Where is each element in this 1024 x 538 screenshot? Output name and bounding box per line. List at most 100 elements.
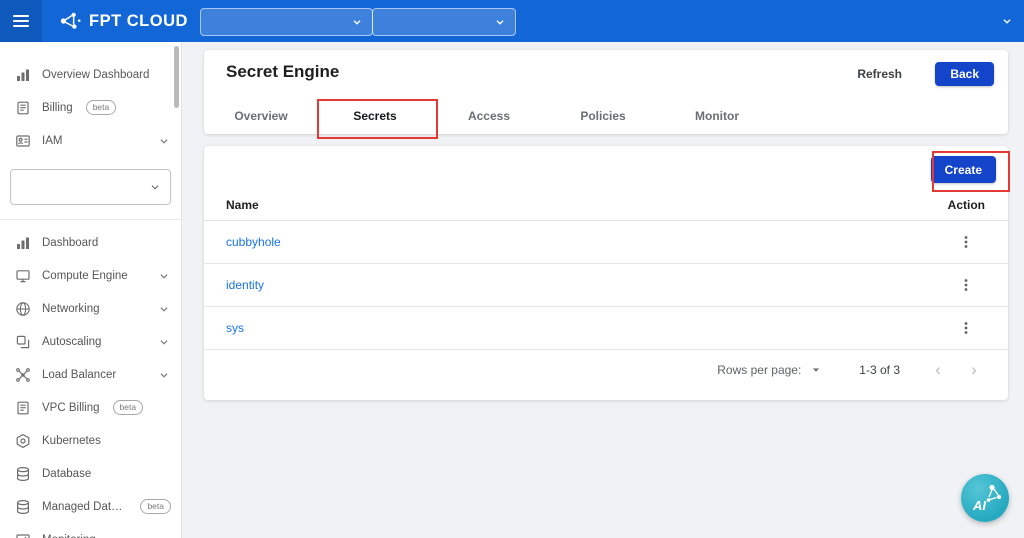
sidebar-item-label: Managed Database <box>42 501 127 513</box>
chevron-down-icon <box>148 180 162 194</box>
ai-network-icon: AI <box>961 474 1009 522</box>
create-button[interactable]: Create <box>931 156 996 183</box>
brand-logo[interactable]: FPT CLOUD <box>56 8 188 34</box>
sidebar-item-label: Overview Dashboard <box>42 69 149 81</box>
networking-icon <box>15 301 31 317</box>
tab-access[interactable]: Access <box>432 98 546 134</box>
sidebar: Overview Dashboard Billing beta IAM Dashboa… <box>0 42 182 538</box>
tab-overview[interactable]: Overview <box>204 98 318 134</box>
sidebar-item-label: Billing <box>42 102 73 114</box>
previous-page-icon[interactable]: ‹ <box>928 360 948 380</box>
table-row: cubbyhole <box>204 221 1008 264</box>
svg-text:AI: AI <box>972 498 986 513</box>
table-header-row: Name Action <box>204 190 1008 221</box>
chevron-down-icon <box>157 302 171 316</box>
hamburger-icon <box>13 15 29 27</box>
billing-icon <box>15 100 31 116</box>
page-header-card: Secret Engine Refresh Back OverviewSecre… <box>204 50 1008 134</box>
sidebar-item-label: Autoscaling <box>42 336 101 348</box>
next-page-icon[interactable]: › <box>964 360 984 380</box>
sidebar-item-billing[interactable]: Billing beta <box>0 91 181 124</box>
rows-per-page-caret-icon[interactable] <box>809 363 823 377</box>
sidebar-item-label: Kubernetes <box>42 435 101 447</box>
top-bar: FPT CLOUD <box>0 0 1024 42</box>
action-column-header: Action <box>948 198 985 212</box>
sidebar-top-group: Overview Dashboard Billing beta IAM <box>0 58 181 157</box>
sidebar-item-label: Compute Engine <box>42 270 128 282</box>
table-row: sys <box>204 307 1008 350</box>
rows-per-page-label: Rows per page: <box>717 363 801 377</box>
workspace-select[interactable] <box>10 169 171 205</box>
secret-engine-link-sys[interactable]: sys <box>226 321 244 335</box>
autoscaling-icon <box>15 334 31 350</box>
tab-monitor[interactable]: Monitor <box>660 98 774 134</box>
refresh-button[interactable]: Refresh <box>857 67 902 81</box>
kubernetes-icon <box>15 433 31 449</box>
beta-badge: beta <box>140 499 171 514</box>
beta-badge: beta <box>86 100 117 115</box>
panel-toolbar: Create <box>204 146 1008 190</box>
billing-icon <box>15 400 31 416</box>
sidebar-item-vpc-billing[interactable]: VPC Billing beta <box>0 391 181 424</box>
monitoring-icon <box>15 532 31 538</box>
chevron-down-icon <box>157 335 171 349</box>
row-actions-kebab-icon[interactable] <box>958 320 974 336</box>
name-column-header: Name <box>226 198 259 212</box>
project-select[interactable] <box>372 8 516 36</box>
sidebar-scrollbar[interactable] <box>174 46 179 108</box>
chevron-down-icon <box>350 15 364 29</box>
secrets-panel-card: Create Name Action cubbyholeidentitysys … <box>204 146 1008 400</box>
sidebar-item-networking[interactable]: Networking <box>0 292 181 325</box>
bar-chart-icon <box>15 67 31 83</box>
sidebar-item-kubernetes[interactable]: Kubernetes <box>0 424 181 457</box>
sidebar-item-dashboard[interactable]: Dashboard <box>0 226 181 259</box>
chevron-down-icon <box>157 368 171 382</box>
sidebar-item-overview-dashboard[interactable]: Overview Dashboard <box>0 58 181 91</box>
sidebar-item-label: Networking <box>42 303 100 315</box>
secret-engine-link-cubbyhole[interactable]: cubbyhole <box>226 235 281 249</box>
row-actions-kebab-icon[interactable] <box>958 234 974 250</box>
tab-secrets[interactable]: Secrets <box>318 98 432 134</box>
bar-chart-icon <box>15 235 31 251</box>
sidebar-item-monitoring[interactable]: Monitoring <box>0 523 181 538</box>
secret-engine-link-identity[interactable]: identity <box>226 278 264 292</box>
sidebar-item-database[interactable]: Database <box>0 457 181 490</box>
sidebar-item-label: Load Balancer <box>42 369 116 381</box>
fpt-cloud-logo-icon <box>56 8 82 34</box>
sidebar-item-label: Dashboard <box>42 237 98 249</box>
sidebar-item-managed-database[interactable]: Managed Database beta <box>0 490 181 523</box>
pagination-range-label: 1-3 of 3 <box>859 363 900 377</box>
hamburger-menu-button[interactable] <box>0 0 42 42</box>
sidebar-item-load-balancer[interactable]: Load Balancer <box>0 358 181 391</box>
sidebar-item-label: IAM <box>42 135 62 147</box>
pagination-bar: Rows per page: 1-3 of 3 ‹ › <box>204 350 1008 390</box>
sidebar-item-autoscaling[interactable]: Autoscaling <box>0 325 181 358</box>
table-row: identity <box>204 264 1008 307</box>
back-button[interactable]: Back <box>935 62 994 86</box>
ai-assistant-button[interactable]: AI <box>961 474 1009 522</box>
page-title: Secret Engine <box>226 62 339 82</box>
row-actions-kebab-icon[interactable] <box>958 277 974 293</box>
org-select[interactable] <box>200 8 373 36</box>
table-body: cubbyhole identity sys <box>204 221 1008 350</box>
sidebar-divider <box>0 219 181 220</box>
sidebar-menu-group: Dashboard Compute Engine Networking Autosca… <box>0 226 181 538</box>
iam-icon <box>15 133 31 149</box>
load-balancer-icon <box>15 367 31 383</box>
chevron-down-icon <box>157 269 171 283</box>
tab-policies[interactable]: Policies <box>546 98 660 134</box>
database-icon <box>15 466 31 482</box>
account-menu-caret[interactable] <box>1000 14 1014 28</box>
sidebar-item-label: Database <box>42 468 91 480</box>
beta-badge: beta <box>113 400 144 415</box>
sidebar-item-label: Monitoring <box>42 534 96 538</box>
chevron-down-icon <box>493 15 507 29</box>
tab-bar: OverviewSecretsAccessPoliciesMonitor <box>204 98 774 134</box>
chevron-down-icon <box>157 134 171 148</box>
database-icon <box>15 499 31 515</box>
brand-name: FPT CLOUD <box>89 12 188 31</box>
sidebar-item-iam[interactable]: IAM <box>0 124 181 157</box>
compute-icon <box>15 268 31 284</box>
sidebar-item-label: VPC Billing <box>42 402 100 414</box>
sidebar-item-compute-engine[interactable]: Compute Engine <box>0 259 181 292</box>
